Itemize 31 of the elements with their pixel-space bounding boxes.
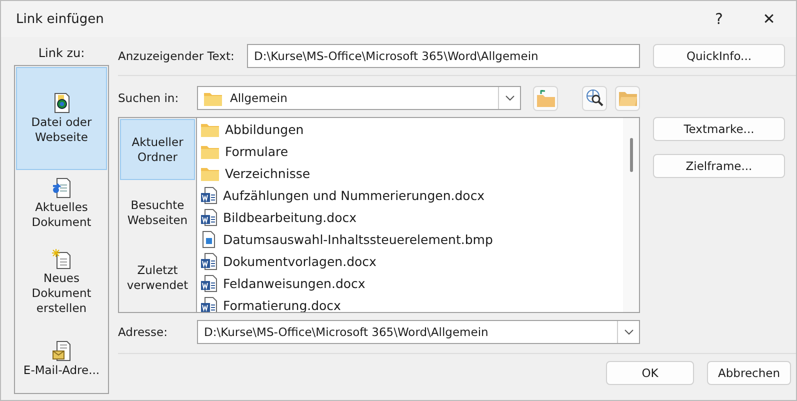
file-item[interactable]: Verzeichnisse <box>197 162 623 184</box>
browse-nav-item[interactable]: Besuchte Webseiten <box>120 180 195 246</box>
file-item[interactable]: Feldanweisungen.docx <box>197 272 623 294</box>
address-dropdown[interactable]: D:\Kurse\MS-Office\Microsoft 365\Word\Allgemein <box>197 320 640 344</box>
file-item[interactable]: Formulare <box>197 140 623 162</box>
dialog-button[interactable]: Abbrechen <box>707 361 791 385</box>
window-title: Link einfügen <box>16 12 105 26</box>
help-button[interactable]: ? <box>696 4 742 34</box>
side-button[interactable]: Textmarke... <box>653 117 785 141</box>
file-item[interactable]: Aufzählungen und Nummerierungen.docx <box>197 184 623 206</box>
file-item[interactable]: Datumsauswahl-Inhaltssteuerelement.bmp <box>197 228 623 250</box>
file-item[interactable]: Bildbearbeitung.docx <box>197 206 623 228</box>
browse-nav-item[interactable]: Aktueller Ordner <box>120 119 195 180</box>
look-in-dropdown[interactable]: Allgemein <box>197 86 521 110</box>
link-type-item[interactable]: Datei oder Webseite <box>16 67 107 170</box>
display-text-label: Anzuzeigender Text: <box>118 49 236 63</box>
address-label: Adresse: <box>118 325 168 339</box>
file-item[interactable]: Abbildungen <box>197 118 623 140</box>
link-to-label: Link zu: <box>38 46 85 60</box>
close-button[interactable]: ✕ <box>746 4 792 34</box>
file-item[interactable]: Dokumentvorlagen.docx <box>197 250 623 272</box>
display-text-field[interactable]: D:\Kurse\MS-Office\Microsoft 365\Word\Allgemein <box>247 44 640 68</box>
look-in-label: Suchen in: <box>118 91 180 105</box>
link-type-item[interactable]: E-Mail-Adre... <box>16 326 107 392</box>
dialog-button[interactable]: OK <box>606 361 694 385</box>
link-type-item[interactable]: Neues Dokument erstellen <box>16 238 107 326</box>
browse-nav-item[interactable]: Zuletzt verwendet <box>120 246 195 311</box>
file-item[interactable]: Formatierung.docx <box>197 294 623 312</box>
side-button[interactable]: Zielframe... <box>653 154 785 178</box>
quickinfo-button[interactable]: QuickInfo... <box>653 44 785 68</box>
link-type-item[interactable]: Aktuelles Dokument <box>16 170 107 238</box>
